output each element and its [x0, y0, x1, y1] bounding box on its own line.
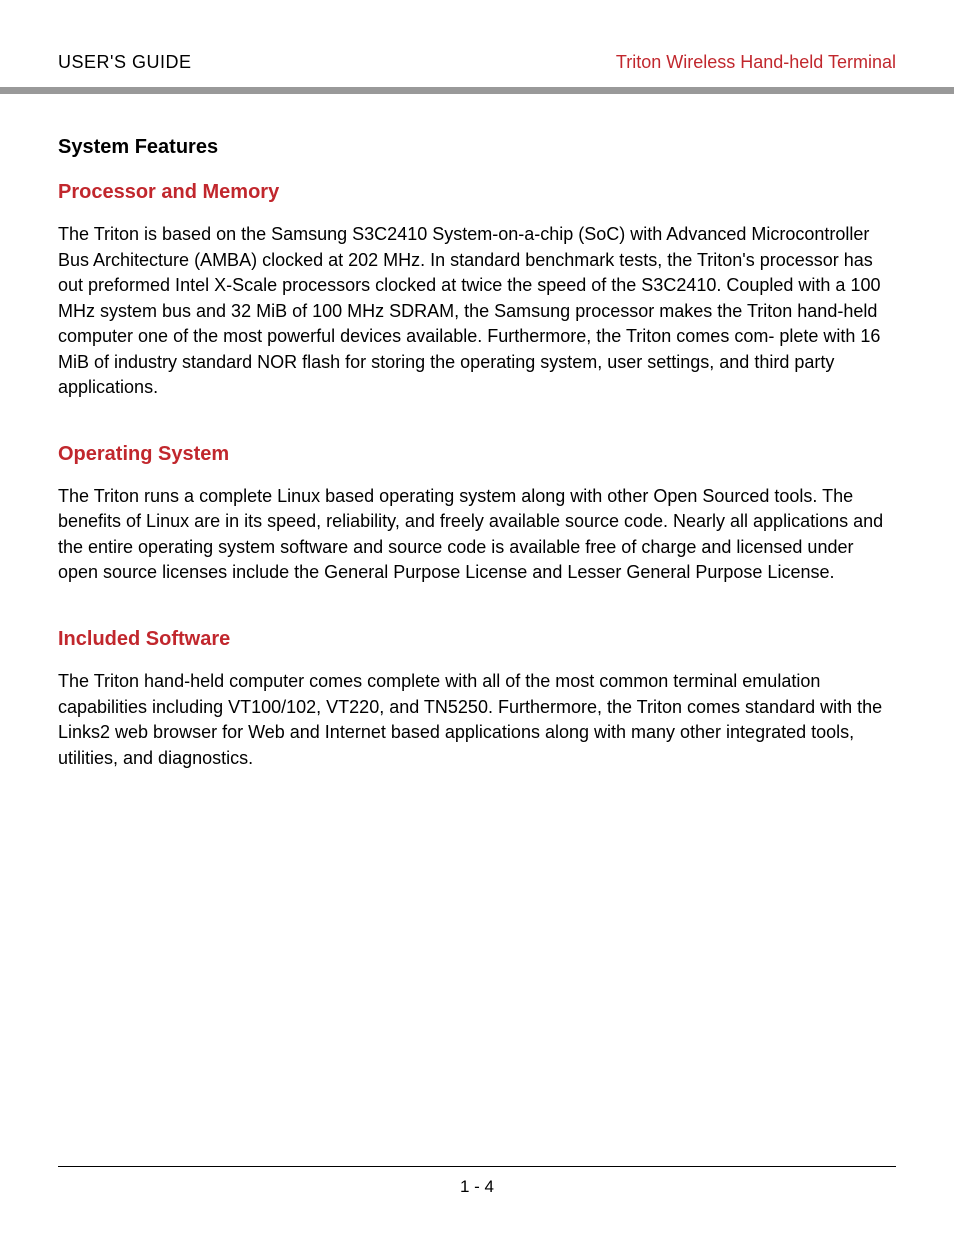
- page-header: USER'S GUIDE Triton Wireless Hand-held T…: [0, 0, 954, 87]
- header-left-label: USER'S GUIDE: [58, 52, 191, 73]
- page-content: System Features Processor and Memory The…: [0, 94, 954, 771]
- os-body: The Triton runs a complete Linux based o…: [58, 484, 896, 586]
- processor-body: The Triton is based on the Samsung S3C24…: [58, 222, 896, 401]
- header-divider: [0, 87, 954, 94]
- software-body: The Triton hand-held computer comes comp…: [58, 669, 896, 771]
- section-title: System Features: [58, 136, 896, 159]
- software-heading: Included Software: [58, 628, 896, 651]
- footer-rule: [58, 1166, 896, 1167]
- header-right-label: Triton Wireless Hand-held Terminal: [616, 52, 896, 73]
- processor-heading: Processor and Memory: [58, 181, 896, 204]
- os-heading: Operating System: [58, 443, 896, 466]
- page-number: 1 - 4: [0, 1177, 954, 1197]
